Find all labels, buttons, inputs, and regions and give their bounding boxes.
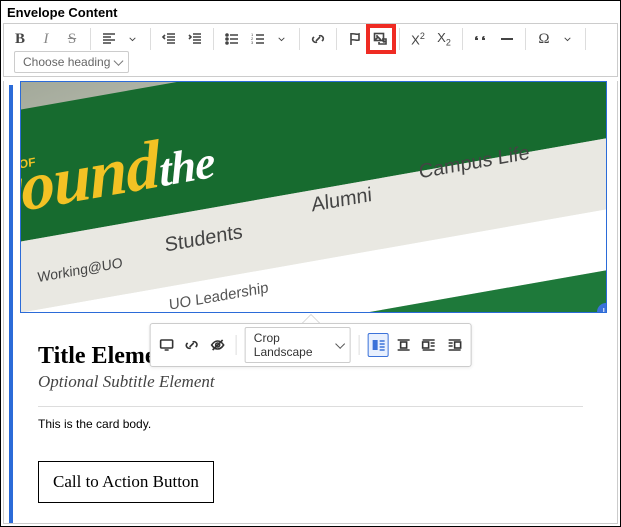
heading-select[interactable]: Choose heading <box>14 51 129 73</box>
special-char-dropdown-icon[interactable] <box>555 27 579 51</box>
list-dropdown-icon[interactable] <box>269 27 293 51</box>
card-body-text[interactable]: This is the card body. <box>38 417 583 431</box>
crop-dropdown[interactable]: Crop Landscape <box>245 327 351 363</box>
svg-text:3: 3 <box>251 40 254 45</box>
editor-body[interactable]: OUNIVERSITY OF OREGON Aroundthe Working@… <box>3 81 618 524</box>
hero-tab: Students <box>164 221 243 258</box>
link-button[interactable] <box>306 27 330 51</box>
align-dropdown-icon[interactable] <box>120 27 144 51</box>
strikethrough-button[interactable]: S <box>60 27 84 51</box>
image-context-toolbar: Crop Landscape <box>149 323 472 367</box>
card-divider <box>38 406 583 407</box>
ordered-list-button[interactable]: 123 <box>246 27 270 51</box>
rich-text-toolbar: B I S 123 <box>3 23 618 77</box>
flag-button[interactable] <box>343 27 367 51</box>
italic-button[interactable]: I <box>34 27 58 51</box>
special-char-button[interactable]: Ω <box>532 27 556 51</box>
card-content[interactable]: Title Element Optional Subtitle Element … <box>20 343 601 523</box>
bullet-list-button[interactable] <box>220 27 244 51</box>
outdent-button[interactable] <box>157 27 181 51</box>
subscript-button[interactable]: X2 <box>432 27 456 51</box>
hero-image[interactable]: OUNIVERSITY OF OREGON Aroundthe Working@… <box>20 81 607 313</box>
hero-subtab: UO Leadership <box>168 279 269 313</box>
selection-rail <box>9 85 13 523</box>
wrap-full-icon[interactable] <box>368 333 389 357</box>
indent-button[interactable] <box>183 27 207 51</box>
device-preview-icon[interactable] <box>156 333 177 357</box>
hero-tab: Alumni <box>311 184 373 218</box>
card-subtitle[interactable]: Optional Subtitle Element <box>38 372 583 392</box>
image-link-icon[interactable] <box>181 333 202 357</box>
blockquote-button[interactable] <box>469 27 493 51</box>
media-button[interactable] <box>369 27 393 51</box>
editor-wrapper: Envelope Content B I S <box>0 0 621 527</box>
wrap-right-icon[interactable] <box>444 333 465 357</box>
wrap-left-icon[interactable] <box>418 333 439 357</box>
bold-button[interactable]: B <box>8 27 32 51</box>
superscript-button[interactable]: X2 <box>406 27 430 51</box>
wrap-center-icon[interactable] <box>393 333 414 357</box>
hero-tab: Working@UO <box>37 254 123 285</box>
hero-subtab: Research <box>75 312 131 313</box>
section-label: Envelope Content <box>3 3 618 23</box>
visibility-icon[interactable] <box>207 333 228 357</box>
cta-button[interactable]: Call to Action Button <box>38 461 214 503</box>
horizontal-rule-button[interactable] <box>495 27 519 51</box>
align-button[interactable] <box>97 27 121 51</box>
